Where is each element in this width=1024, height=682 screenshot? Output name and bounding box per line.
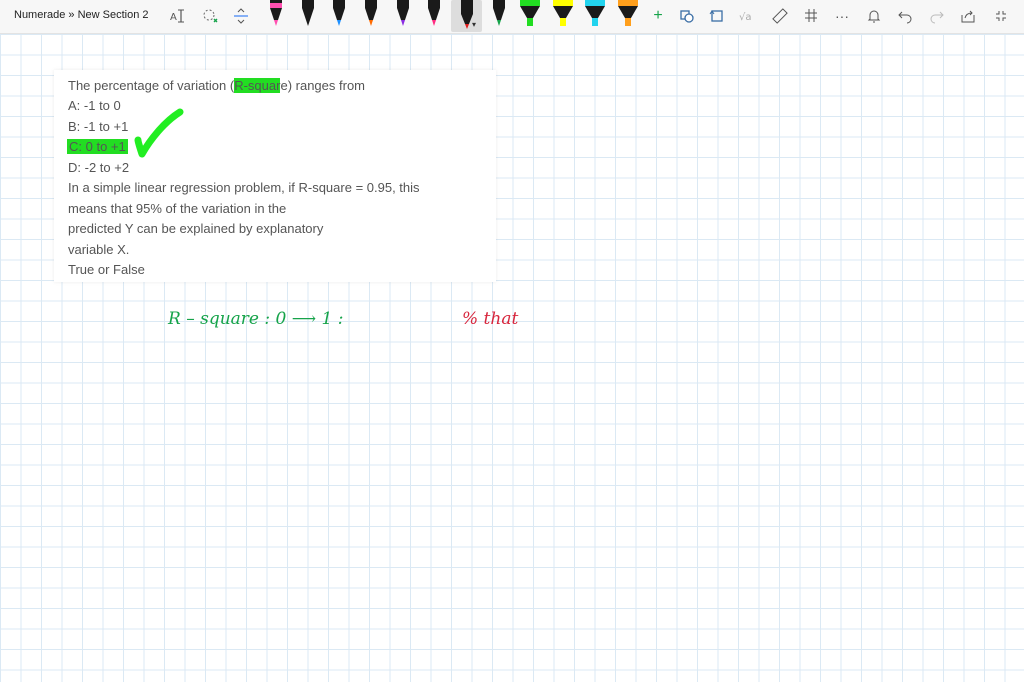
highlighter-yellow-tool[interactable] (552, 0, 574, 30)
handwritten-r-square-range: R – square : 0 ⟶ 1 : (168, 309, 344, 329)
svg-text:√a: √a (739, 12, 752, 23)
question-2-line-1: In a simple linear regression problem, i… (68, 180, 420, 195)
pen-black-tool[interactable] (363, 0, 379, 30)
exit-fullscreen-icon[interactable] (991, 7, 1011, 25)
question-2-line-2: means that 95% of the variation in the (68, 201, 287, 216)
grid-lines-icon[interactable] (801, 7, 821, 25)
option-c: C: 0 to +1 (67, 139, 128, 154)
ink-to-text-icon[interactable] (707, 7, 727, 25)
bell-icon[interactable] (864, 7, 884, 25)
option-c-highlighted: C: 0 to +1 (67, 139, 128, 154)
check-mark-icon (134, 108, 184, 158)
lasso-select-icon[interactable] (200, 7, 220, 25)
handwritten-percent-that: % that (462, 309, 519, 329)
share-icon[interactable] (958, 7, 978, 25)
more-options-icon[interactable]: ··· (832, 7, 852, 25)
ink-to-shape-icon[interactable] (677, 7, 697, 25)
question-1-text: The percentage of variation (R-square) r… (68, 78, 365, 93)
pen-black-tool[interactable] (395, 0, 411, 30)
question-2-line-4: variable X. (68, 242, 130, 257)
highlighter-orange-tool[interactable] (617, 0, 639, 30)
breadcrumb[interactable]: Numerade » New Section 2 (14, 9, 149, 21)
add-pen-icon[interactable]: + (648, 7, 668, 25)
option-d: D: -2 to +2 (68, 160, 130, 175)
question-1-post: e) ranges from (280, 78, 366, 93)
ink-to-math-icon[interactable]: √a (738, 7, 758, 25)
question-2-line-5: True or False (68, 262, 145, 277)
option-b: B: -1 to +1 (68, 119, 129, 134)
highlighter-green-tool[interactable] (519, 0, 541, 30)
pen-black-tool[interactable] (331, 0, 347, 30)
pen-black-tool[interactable] (426, 0, 442, 30)
question-card: The percentage of variation (R-square) r… (54, 70, 496, 282)
svg-text:A: A (170, 12, 177, 23)
option-a: A: -1 to 0 (68, 98, 121, 113)
pen-green-tool[interactable] (491, 0, 507, 30)
pen-red-tool[interactable] (459, 0, 475, 30)
pen-black-tool[interactable] (300, 0, 316, 30)
ruler-icon[interactable] (770, 7, 790, 25)
ink-toolbar: Numerade » New Section 2 A ▾ + √a ··· (0, 0, 1024, 34)
undo-icon[interactable] (895, 7, 915, 25)
question-2-line-3: predicted Y can be explained by explanat… (68, 221, 324, 236)
question-1-pre: The percentage of variation ( (68, 78, 235, 93)
pen-black-tool[interactable] (268, 0, 284, 30)
insert-space-icon[interactable] (231, 7, 251, 25)
highlighter-cyan-tool[interactable] (584, 0, 606, 30)
redo-icon[interactable] (927, 7, 947, 25)
highlighted-r-square: R-squar (234, 78, 281, 93)
text-select-icon[interactable]: A (169, 7, 189, 25)
